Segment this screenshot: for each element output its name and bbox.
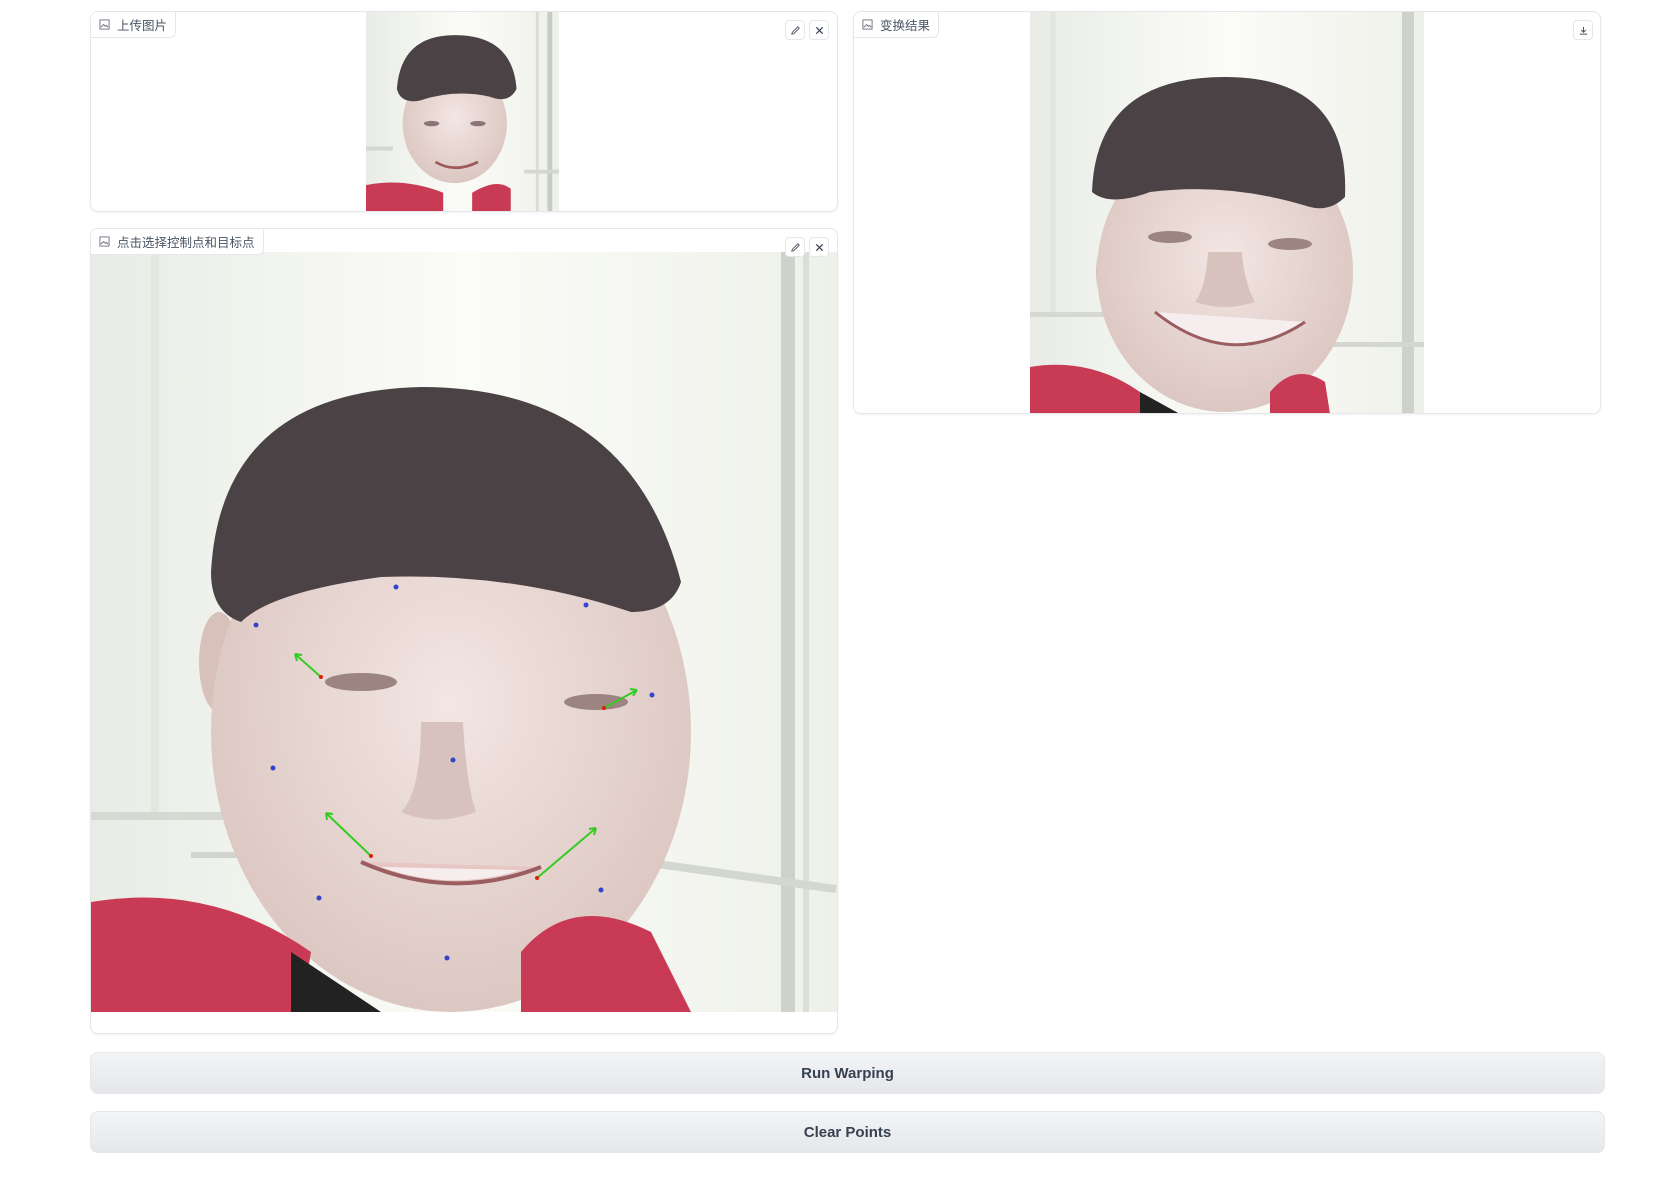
result-label: 变换结果 (854, 12, 940, 38)
image-icon (862, 19, 873, 30)
close-icon (815, 243, 823, 251)
close-icon (815, 26, 823, 34)
select-points-label: 点击选择控制点和目标点 (91, 229, 264, 255)
image-icon (99, 19, 110, 30)
pencil-icon (790, 242, 800, 252)
upload-image-panel[interactable]: 上传图片 (90, 11, 838, 212)
result-panel: 变换结果 (853, 11, 1601, 414)
result-label-text: 变换结果 (880, 19, 931, 33)
select-points-label-text: 点击选择控制点和目标点 (117, 236, 255, 250)
clear-points-button[interactable]: Clear Points (90, 1111, 1605, 1153)
download-button[interactable] (1573, 20, 1593, 40)
uploaded-photo (366, 12, 559, 211)
pencil-icon (790, 25, 800, 35)
download-icon (1579, 26, 1587, 35)
edit-button[interactable] (785, 237, 805, 257)
warped-result-photo (1030, 12, 1424, 413)
upload-image-label-text: 上传图片 (117, 19, 168, 33)
upload-image-label: 上传图片 (91, 12, 177, 38)
run-warping-button[interactable]: Run Warping (90, 1052, 1605, 1094)
clear-image-button[interactable] (809, 20, 829, 40)
image-icon (99, 236, 110, 247)
points-canvas[interactable] (91, 252, 837, 1012)
select-points-panel[interactable]: 点击选择控制点和目标点 (90, 228, 838, 1034)
edit-button[interactable] (785, 20, 805, 40)
clear-image-button[interactable] (809, 237, 829, 257)
